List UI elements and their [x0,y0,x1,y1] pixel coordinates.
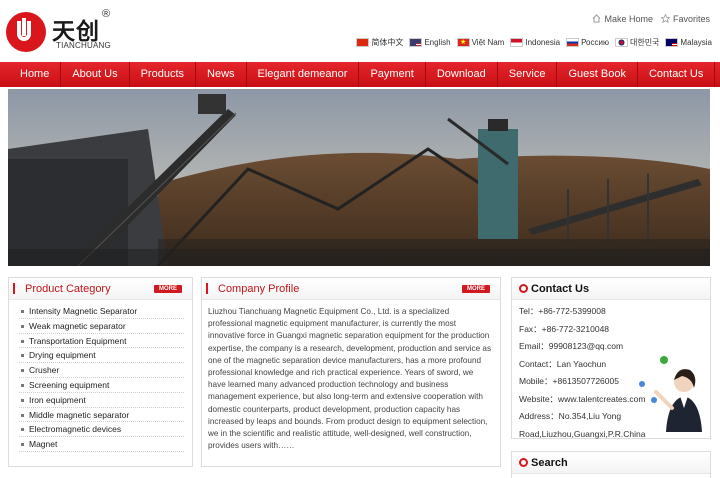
favorites-label: Favorites [672,14,710,24]
nav-service[interactable]: Service [498,62,558,87]
korea-flag-icon [614,38,628,47]
lang-indonesia[interactable]: Indonesia [510,38,560,47]
usa-flag-icon [409,38,423,47]
tick-icon [13,283,15,294]
list-item[interactable]: Iron equipment [19,393,184,408]
panel-header: Product Category MORE [9,278,192,300]
main-nav: Home About Us Products News Elegant deme… [0,62,720,87]
product-category-title: Product Category [25,283,111,295]
lang-label: English [424,38,451,47]
header: 天创 ® TIANCHUANG Make Home Favorites 简体中文 [0,0,720,62]
home-icon [592,14,601,23]
lang-russia[interactable]: Россию [566,38,609,47]
search-title: Search [531,457,568,469]
lang-label: Indonesia [525,38,561,47]
vietnam-flag-icon: ★ [456,38,470,47]
company-profile-title: Company Profile [218,283,300,295]
top-links: Make Home Favorites [592,13,710,24]
company-profile-text: Liuzhou Tianchuang Magnetic Equipment Co… [208,307,492,451]
china-flag-icon [356,38,370,47]
category-list: Intensity Magnetic Separator Weak magnet… [9,300,192,452]
nav-about-us[interactable]: About Us [61,62,130,87]
logo-english-text: TIANCHUANG [56,41,111,50]
page: 天创 ® TIANCHUANG Make Home Favorites 简体中文 [0,0,720,478]
panel-header: Search [512,452,710,474]
nav-download[interactable]: Download [426,62,498,87]
lang-label: Россию [581,38,609,47]
russia-flag-icon [566,38,580,47]
nav-news[interactable]: News [196,62,247,87]
more-button[interactable]: MORE [154,285,182,293]
list-item[interactable]: Crusher [19,363,184,378]
contact-fax: Fax：+86-772-3210048 [519,323,610,334]
nav-products[interactable]: Products [130,62,197,87]
registered-mark: ® [102,8,111,20]
nav-elegant-demeanor[interactable]: Elegant demeanor [247,62,360,87]
list-item[interactable]: Weak magnetic separator [19,319,184,334]
list-item[interactable]: Screening equipment [19,378,184,393]
list-item[interactable]: Middle magnetic separator [19,408,184,423]
company-profile-panel: Company Profile MORE Liuzhou Tianchuang … [201,277,501,467]
logo-icon [6,12,46,52]
make-home-label: Make Home [604,14,653,24]
lang-malaysia[interactable]: Malaysia [665,38,712,47]
favorites-link[interactable]: Favorites [660,13,710,24]
lang-label: Malaysia [680,38,712,47]
banner-image [8,89,710,266]
star-icon [660,13,671,24]
list-item[interactable]: Magnet [19,437,184,452]
lang-vietnam[interactable]: ★ Việt Nam [456,38,505,47]
lang-label: 대한민국 [629,38,660,47]
nav-contact-us[interactable]: Contact Us [638,62,716,87]
malaysia-flag-icon [665,38,679,47]
indonesia-flag-icon [510,38,524,47]
lang-english[interactable]: English [409,38,451,47]
list-item[interactable]: Transportation Equipment [19,334,184,349]
lang-chinese[interactable]: 简体中文 [356,37,403,48]
list-item[interactable]: Drying equipment [19,348,184,364]
lang-korea[interactable]: 대한민국 [614,37,660,48]
make-home-link[interactable]: Make Home [592,14,653,24]
logo[interactable]: 天创 ® TIANCHUANG [6,8,116,54]
lang-label: 简体中文 [371,38,404,47]
panel-header: Contact Us [512,278,710,300]
contact-tel: Tel：+86-772-5399008 [519,306,606,316]
circle-icon [519,458,528,467]
customer-service-operator-image [639,356,702,432]
language-bar: 简体中文 English ★ Việt Nam Indonesia Россию… [356,37,712,48]
contact-us-panel: Contact Us Tel：+86-772-5399008 Fax：+86-7… [511,277,711,439]
product-category-panel: Product Category MORE Intensity Magnetic… [8,277,193,467]
nav-guest-book[interactable]: Guest Book [557,62,638,87]
circle-icon [519,284,528,293]
lang-label: Việt Nam [471,38,505,47]
list-item[interactable]: Intensity Magnetic Separator [19,304,184,319]
nav-payment[interactable]: Payment [359,62,426,87]
tick-icon [206,283,208,294]
list-item[interactable]: Electromagnetic devices [19,422,184,438]
panel-header: Company Profile MORE [202,278,500,300]
contact-us-title: Contact Us [531,283,590,295]
more-button[interactable]: MORE [462,285,490,293]
search-panel: Search [511,451,711,478]
nav-home[interactable]: Home [0,62,62,87]
